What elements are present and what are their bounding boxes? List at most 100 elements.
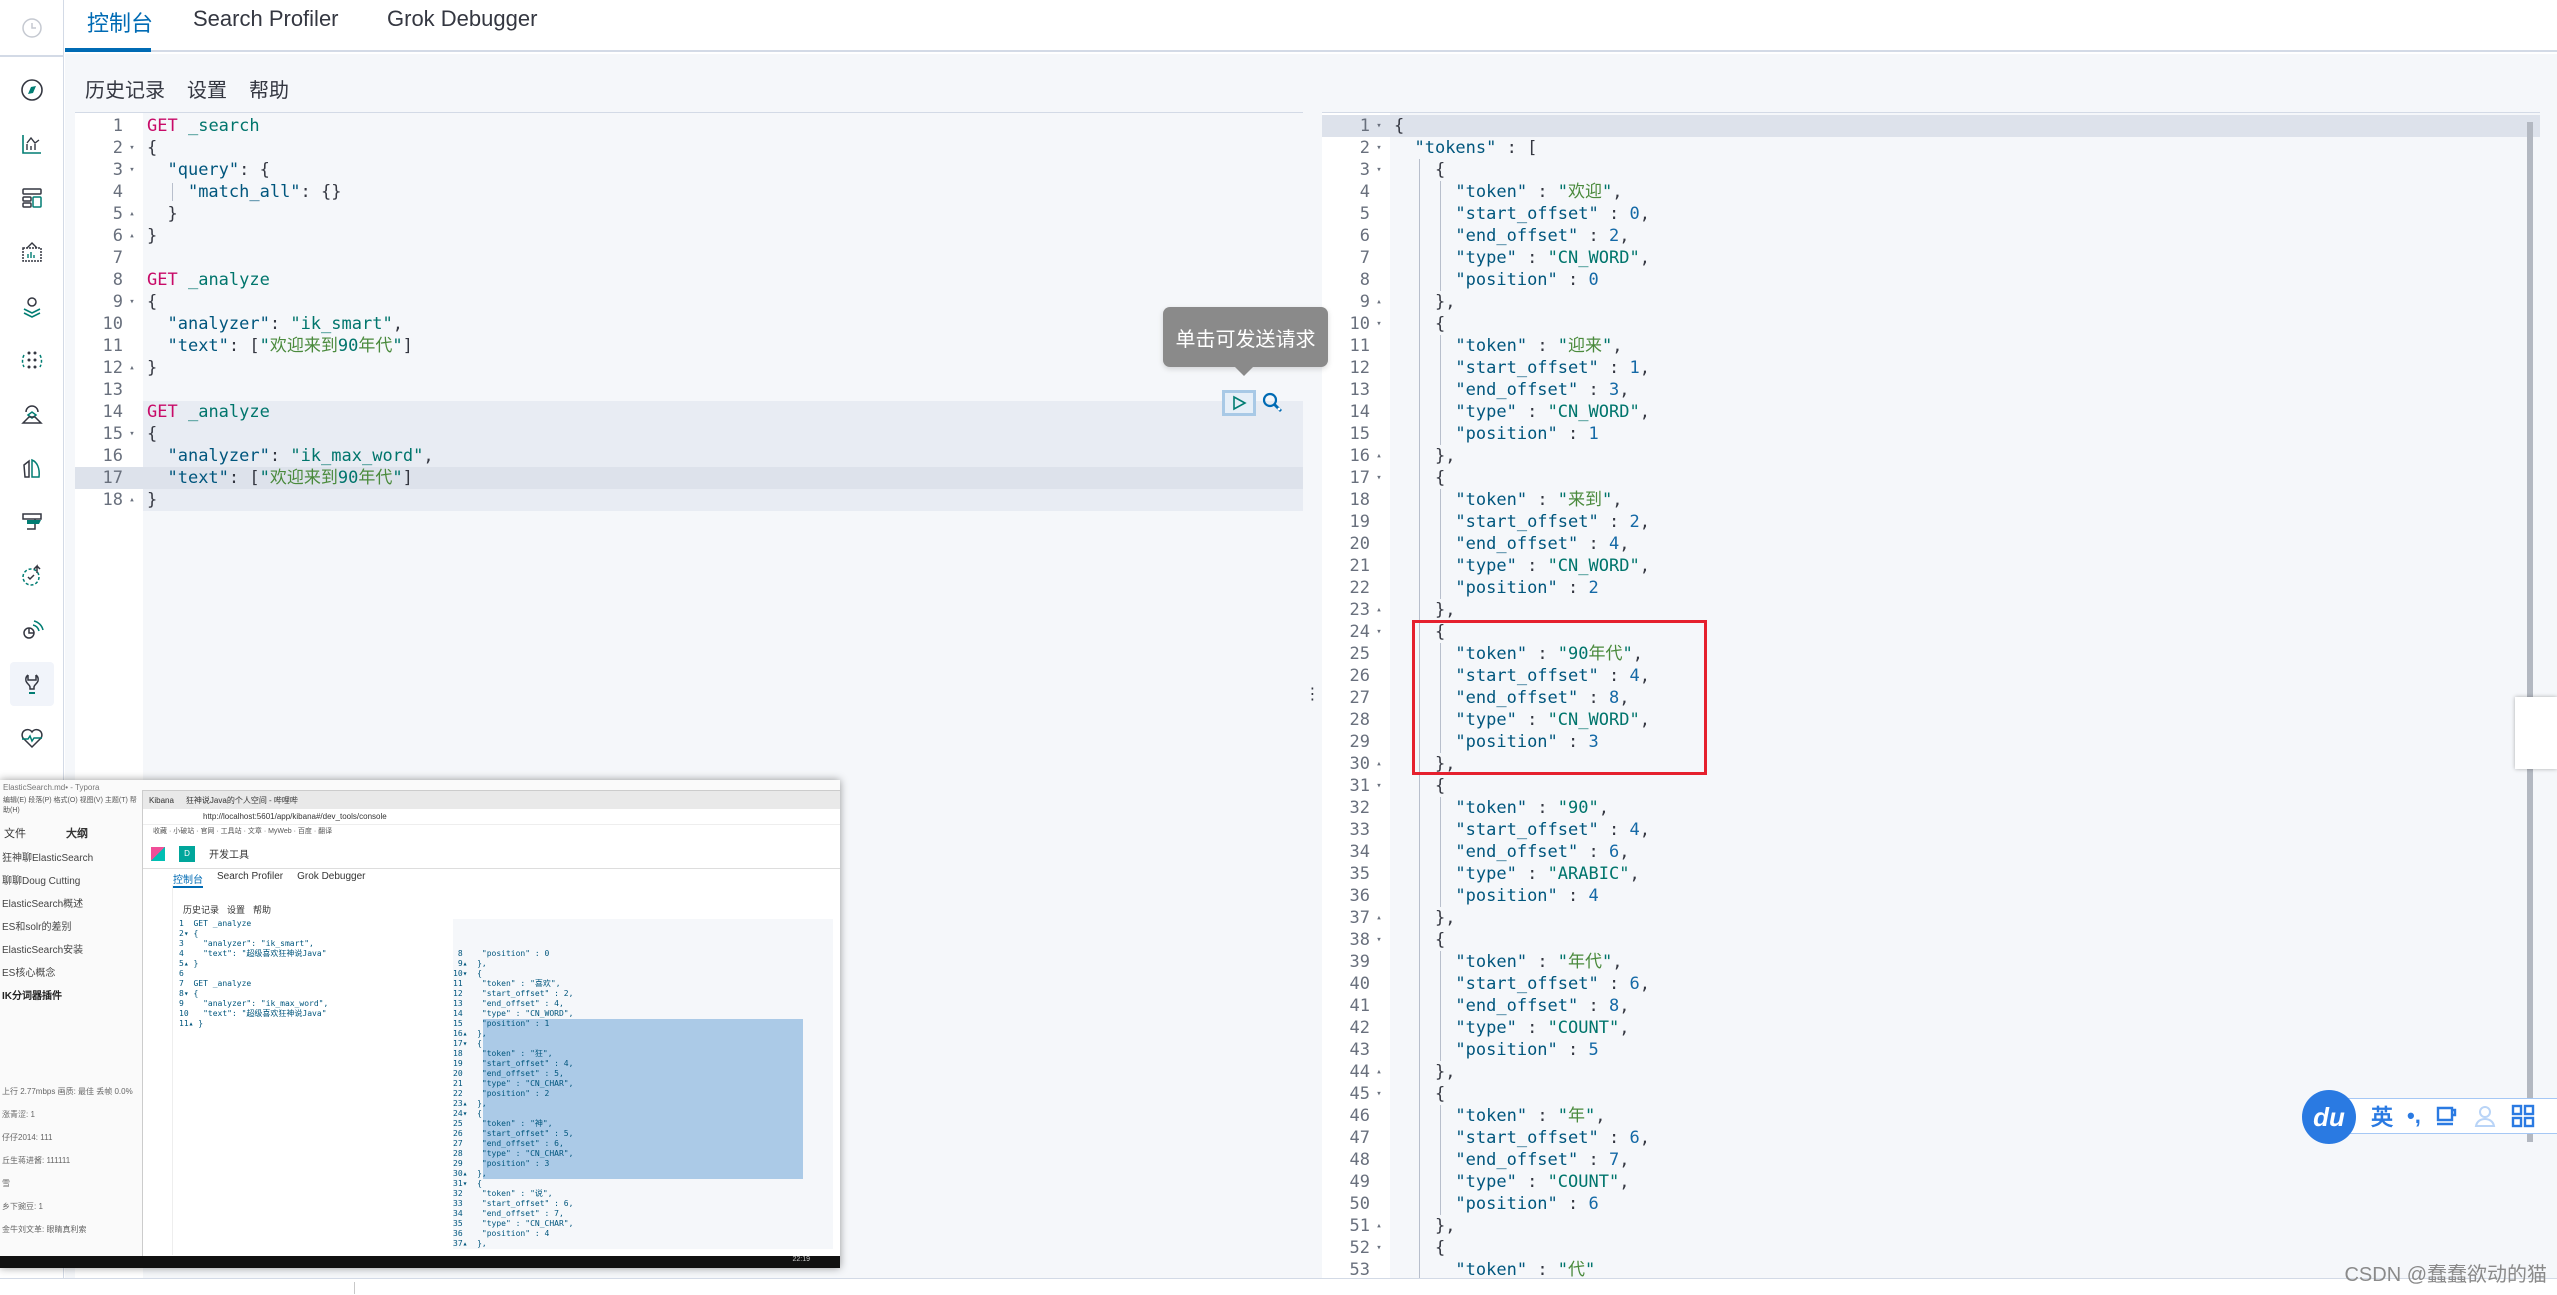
code-line[interactable]: 17 ▾ { (1322, 467, 2540, 489)
grid-icon[interactable] (2511, 1104, 2535, 1128)
fold-expand-icon[interactable]: ▴ (126, 225, 138, 247)
history-link[interactable]: 历史记录 (85, 74, 165, 103)
code-line[interactable]: 4 "token" : "欢迎", (1322, 181, 2540, 203)
fold-expand-icon[interactable]: ▴ (126, 203, 138, 225)
baidu-ime-logo[interactable]: du (2302, 1090, 2356, 1144)
tab-search-profiler[interactable]: Search Profiler (193, 6, 339, 32)
code-line[interactable]: 16 ▴ }, (1322, 445, 2540, 467)
code-line[interactable]: 48 "end_offset" : 7, (1322, 1149, 2540, 1171)
user-icon[interactable] (2473, 1104, 2497, 1128)
code-line[interactable]: 8 "position" : 0 (1322, 269, 2540, 291)
code-line[interactable]: 8 GET _analyze (75, 269, 1303, 291)
code-line[interactable]: 37 ▴ }, (1322, 907, 2540, 929)
code-line[interactable]: 43 "position" : 5 (1322, 1039, 2540, 1061)
request-options-button[interactable] (1260, 390, 1286, 416)
pane-splitter[interactable]: ⋮ (1303, 112, 1322, 1278)
fold-expand-icon[interactable]: ▴ (1373, 1061, 1385, 1083)
code-line[interactable]: 16 "analyzer": "ik_max_word", (75, 445, 1303, 467)
code-line[interactable]: 52 ▾ { (1322, 1237, 2540, 1259)
code-line[interactable]: 13 "end_offset" : 3, (1322, 379, 2540, 401)
code-line[interactable]: 4 "match_all": {} (75, 181, 1303, 203)
code-line[interactable]: 51 ▴ }, (1322, 1215, 2540, 1237)
fold-expand-icon[interactable]: ▴ (126, 489, 138, 511)
settings-link[interactable]: 设置 (187, 74, 227, 103)
help-link[interactable]: 帮助 (249, 74, 289, 103)
code-line[interactable]: 33 "start_offset" : 4, (1322, 819, 2540, 841)
nav-monitoring[interactable] (10, 716, 54, 760)
send-request-button[interactable] (1222, 390, 1256, 416)
code-line[interactable]: 3 ▾ { (1322, 159, 2540, 181)
recently-viewed[interactable] (0, 0, 63, 57)
code-line[interactable]: 6 "end_offset" : 2, (1322, 225, 2540, 247)
code-line[interactable]: 1 ▾ { (1322, 115, 2540, 137)
fold-expand-icon[interactable]: ▴ (1373, 1215, 1385, 1237)
code-line[interactable]: 19 "start_offset" : 2, (1322, 511, 2540, 533)
code-line[interactable]: 12 ▴} (75, 357, 1303, 379)
code-line[interactable]: 2 ▾ { (75, 137, 1303, 159)
fold-collapse-icon[interactable]: ▾ (1373, 115, 1385, 137)
code-line[interactable]: 2 ▾ "tokens" : [ (1322, 137, 2540, 159)
nav-ml[interactable] (10, 338, 54, 382)
fold-collapse-icon[interactable]: ▾ (1373, 467, 1385, 489)
code-line[interactable]: 11 "text": ["欢迎来到90年代"] (75, 335, 1303, 357)
nav-apm[interactable] (10, 500, 54, 544)
code-line[interactable]: 13 (75, 379, 1303, 401)
code-line[interactable]: 42 "type" : "COUNT", (1322, 1017, 2540, 1039)
code-line[interactable]: 39 "token" : "年代", (1322, 951, 2540, 973)
fold-collapse-icon[interactable]: ▾ (1373, 137, 1385, 159)
code-line[interactable]: 34 "end_offset" : 6, (1322, 841, 2540, 863)
code-line[interactable]: 41 "end_offset" : 8, (1322, 995, 2540, 1017)
code-line[interactable]: 7 "type" : "CN_WORD", (1322, 247, 2540, 269)
code-line[interactable]: 36 "position" : 4 (1322, 885, 2540, 907)
fold-expand-icon[interactable]: ▴ (1373, 291, 1385, 313)
response-scrollbar[interactable] (2527, 122, 2533, 1142)
nav-siem[interactable] (10, 608, 54, 652)
nav-visualize[interactable] (10, 122, 54, 166)
fold-collapse-icon[interactable]: ▾ (1373, 621, 1385, 643)
code-line[interactable]: 9 ▾ { (75, 291, 1303, 313)
code-line[interactable]: 3 ▾ "query": { (75, 159, 1303, 181)
nav-canvas[interactable] (10, 230, 54, 274)
fold-expand-icon[interactable]: ▴ (1373, 753, 1385, 775)
tab-console[interactable]: 控制台 (87, 6, 153, 38)
code-line[interactable]: 11 "token" : "迎来", (1322, 335, 2540, 357)
code-line[interactable]: 49 "type" : "COUNT", (1322, 1171, 2540, 1193)
code-line[interactable]: 38 ▾ { (1322, 929, 2540, 951)
nav-discover[interactable] (10, 68, 54, 112)
nav-infrastructure[interactable] (10, 392, 54, 436)
code-line[interactable]: 40 "start_offset" : 6, (1322, 973, 2540, 995)
fold-collapse-icon[interactable]: ▾ (126, 291, 138, 313)
ime-mode[interactable]: 英 (2371, 1100, 2393, 1132)
code-line[interactable]: 1 GET _search (75, 115, 1303, 137)
code-line[interactable]: 18 "token" : "来到", (1322, 489, 2540, 511)
code-line[interactable]: 32 "token" : "90", (1322, 797, 2540, 819)
fold-collapse-icon[interactable]: ▾ (1373, 313, 1385, 335)
fold-expand-icon[interactable]: ▴ (1373, 907, 1385, 929)
code-line[interactable]: 6 ▴} (75, 225, 1303, 247)
code-line[interactable]: 5 ▴ } (75, 203, 1303, 225)
fold-collapse-icon[interactable]: ▾ (1373, 775, 1385, 797)
code-line[interactable]: 23 ▴ }, (1322, 599, 2540, 621)
code-line[interactable]: 10 "analyzer": "ik_smart", (75, 313, 1303, 335)
nav-logs[interactable] (10, 446, 54, 490)
code-line[interactable]: 15 ▾ { (75, 423, 1303, 445)
code-line[interactable]: 20 "end_offset" : 4, (1322, 533, 2540, 555)
fold-collapse-icon[interactable]: ▾ (1373, 1237, 1385, 1259)
code-line[interactable]: 9 ▴ }, (1322, 291, 2540, 313)
code-line[interactable]: 22 "position" : 2 (1322, 577, 2540, 599)
code-line[interactable]: 12 "start_offset" : 1, (1322, 357, 2540, 379)
fold-collapse-icon[interactable]: ▾ (1373, 159, 1385, 181)
code-line[interactable]: 10 ▾ { (1322, 313, 2540, 335)
code-line[interactable]: 15 "position" : 1 (1322, 423, 2540, 445)
fold-expand-icon[interactable]: ▴ (126, 357, 138, 379)
fold-collapse-icon[interactable]: ▾ (1373, 929, 1385, 951)
code-line[interactable]: 31 ▾ { (1322, 775, 2540, 797)
nav-dev-tools[interactable] (10, 662, 54, 706)
code-line[interactable]: 18 ▴} (75, 489, 1303, 511)
cup-icon[interactable] (2435, 1104, 2459, 1128)
tab-grok-debugger[interactable]: Grok Debugger (387, 6, 537, 32)
code-line[interactable]: 14 GET _analyze (75, 401, 1303, 423)
nav-maps[interactable] (10, 284, 54, 328)
fold-collapse-icon[interactable]: ▾ (126, 137, 138, 159)
code-line[interactable]: 44 ▴ }, (1322, 1061, 2540, 1083)
